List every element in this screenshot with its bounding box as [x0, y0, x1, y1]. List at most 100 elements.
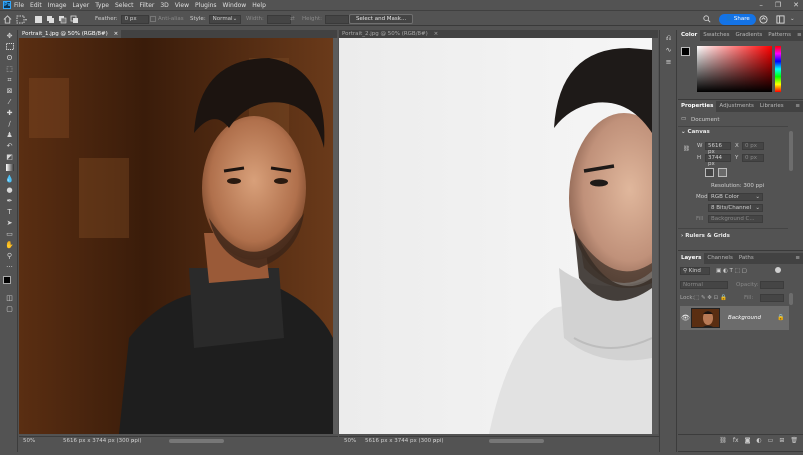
document-2-horizontal-scrollbar[interactable]	[489, 439, 544, 443]
eraser-tool-icon[interactable]: ◩	[4, 153, 15, 162]
menu-image[interactable]: Image	[48, 2, 67, 9]
status-arrow-icon[interactable]: ›	[132, 437, 134, 445]
panel-menu-icon[interactable]: ≡	[792, 253, 803, 264]
properties-scrollbar[interactable]	[789, 131, 793, 171]
rectangle-tool-icon[interactable]: ▭	[4, 230, 15, 239]
menu-plugins[interactable]: Plugins	[195, 2, 217, 9]
menu-window[interactable]: Window	[223, 2, 247, 9]
menu-view[interactable]: View	[175, 2, 189, 9]
rulers-grids-section-header[interactable]: › Rulers & Grids	[681, 233, 730, 239]
brush-tool-icon[interactable]: ∕	[4, 120, 15, 129]
rectangular-marquee-tool-icon[interactable]	[4, 43, 15, 52]
document-1-vertical-scrollbar[interactable]	[333, 38, 338, 434]
height-field[interactable]: 3744 px	[705, 154, 731, 167]
opacity-input[interactable]	[760, 281, 784, 289]
document-2-canvas[interactable]	[339, 38, 652, 434]
tab-color[interactable]: Color	[678, 30, 701, 41]
share-button[interactable]: 👤 Share	[719, 13, 756, 25]
zoom-tool-icon[interactable]: ⚲	[4, 252, 15, 261]
mode-dropdown[interactable]: RGB Color ⌄	[708, 193, 763, 201]
hue-slider[interactable]	[775, 46, 781, 92]
document-1-canvas[interactable]	[19, 38, 333, 434]
tab-paths[interactable]: Paths	[736, 253, 757, 264]
adjustment-layer-icon[interactable]: ◐	[756, 437, 761, 444]
document-info[interactable]: 5616 px x 3744 px (300 ppi)	[63, 437, 142, 445]
restore-button[interactable]: ❐	[775, 1, 781, 9]
close-tab-icon[interactable]: ×	[114, 31, 119, 37]
tab-patterns[interactable]: Patterns	[765, 30, 794, 41]
clone-stamp-tool-icon[interactable]: ♟	[4, 131, 15, 140]
adjust-panel-icon[interactable]: ≡	[663, 58, 674, 67]
add-mask-icon[interactable]: ◙	[745, 437, 751, 444]
menu-layer[interactable]: Layer	[72, 2, 89, 9]
move-tool-icon[interactable]: ✥	[4, 32, 15, 41]
history-brush-tool-icon[interactable]: ↶	[4, 142, 15, 151]
healing-brush-tool-icon[interactable]: ✚	[4, 109, 15, 118]
lasso-tool-icon[interactable]: ʘ	[4, 54, 15, 63]
panel-menu-icon[interactable]: ≡	[794, 30, 803, 41]
foreground-swatch[interactable]	[681, 47, 690, 56]
swap-icon[interactable]: ⇄	[290, 14, 295, 24]
workspace-chevron-icon[interactable]: ⌄	[790, 14, 795, 24]
document-info[interactable]: 5616 px x 3744 px (300 ppi)	[365, 437, 444, 445]
fill-input[interactable]	[760, 294, 784, 302]
workspace-icon[interactable]	[776, 14, 785, 24]
cloud-docs-icon[interactable]	[759, 14, 768, 24]
canvas-section-header[interactable]: ⌄ Canvas	[681, 129, 710, 135]
menu-type[interactable]: Type	[95, 2, 109, 9]
style-dropdown[interactable]: Normal ⌄	[208, 14, 241, 24]
width-field[interactable]: 5616 px	[705, 142, 731, 155]
layer-lock-icon[interactable]: 🔒	[777, 314, 784, 321]
lock-icons[interactable]: ⬚ ✎ ✥ ⊡ 🔒	[694, 295, 727, 301]
close-window-button[interactable]: ✕	[793, 1, 799, 9]
foreground-color-swatch[interactable]	[3, 276, 11, 284]
tab-portrait-2[interactable]: Portrait_2.jpg @ 50% (RGB/8#) ×	[339, 30, 441, 38]
type-tool-icon[interactable]: T	[4, 208, 15, 217]
home-icon[interactable]	[3, 14, 12, 24]
menu-help[interactable]: Help	[252, 2, 266, 9]
link-layers-icon[interactable]: ⛓	[719, 437, 727, 444]
screen-mode-icon[interactable]: ▢	[4, 305, 15, 314]
menu-edit[interactable]: Edit	[30, 2, 42, 9]
link-icon[interactable]: ⛓	[683, 146, 690, 152]
tab-adjustments[interactable]: Adjustments	[716, 101, 756, 112]
blur-tool-icon[interactable]: 💧	[4, 175, 15, 184]
y-field[interactable]: 0 px	[742, 154, 764, 162]
selection-mode-icons[interactable]	[34, 14, 90, 24]
tab-portrait-1[interactable]: Portrait_1.jpg @ 50% (RGB/8#) ×	[19, 30, 122, 38]
menu-file[interactable]: File	[14, 2, 24, 9]
layer-name[interactable]: Background	[728, 315, 761, 321]
layer-filter-kind[interactable]: ⚲ Kind	[680, 267, 710, 275]
hand-tool-icon[interactable]: ✋	[4, 241, 15, 250]
brush-settings-icon[interactable]: ∿	[663, 46, 674, 55]
x-field[interactable]: 0 px	[742, 142, 764, 150]
fx-icon[interactable]: fx	[733, 437, 739, 444]
history-panel-icon[interactable]: ⎌	[663, 34, 674, 43]
frame-tool-icon[interactable]: ⊠	[4, 87, 15, 96]
marquee-tool-preset-icon[interactable]	[16, 14, 28, 24]
tab-layers[interactable]: Layers	[678, 253, 705, 264]
fill-dropdown[interactable]: Background C...	[708, 215, 763, 223]
new-layer-icon[interactable]: ⊞	[779, 437, 784, 444]
tab-properties[interactable]: Properties	[678, 101, 717, 112]
menu-3d[interactable]: 3D	[160, 2, 168, 9]
tab-swatches[interactable]: Swatches	[700, 30, 732, 41]
height-input[interactable]	[325, 14, 350, 24]
tab-gradients[interactable]: Gradients	[732, 30, 765, 41]
pen-tool-icon[interactable]: ✒	[4, 197, 15, 206]
layers-scrollbar[interactable]	[789, 293, 793, 305]
search-icon[interactable]	[703, 15, 711, 23]
menu-filter[interactable]: Filter	[140, 2, 155, 9]
status-arrow-icon[interactable]: ›	[434, 437, 436, 445]
more-tools-icon[interactable]: ···	[4, 263, 15, 272]
eye-visibility-icon[interactable]: 👁	[681, 314, 690, 322]
anti-alias-checkbox[interactable]	[150, 16, 156, 22]
delete-layer-icon[interactable]: 🗑	[790, 437, 798, 444]
zoom-level[interactable]: 50%	[344, 437, 356, 445]
gradient-tool-icon[interactable]	[4, 164, 15, 173]
close-tab-icon[interactable]: ×	[434, 31, 439, 37]
tab-channels[interactable]: Channels	[704, 253, 735, 264]
quick-mask-icon[interactable]: ◫	[4, 294, 15, 303]
dodge-tool-icon[interactable]: ●	[4, 186, 15, 195]
bit-depth-dropdown[interactable]: 8 Bits/Channel ⌄	[708, 204, 763, 212]
